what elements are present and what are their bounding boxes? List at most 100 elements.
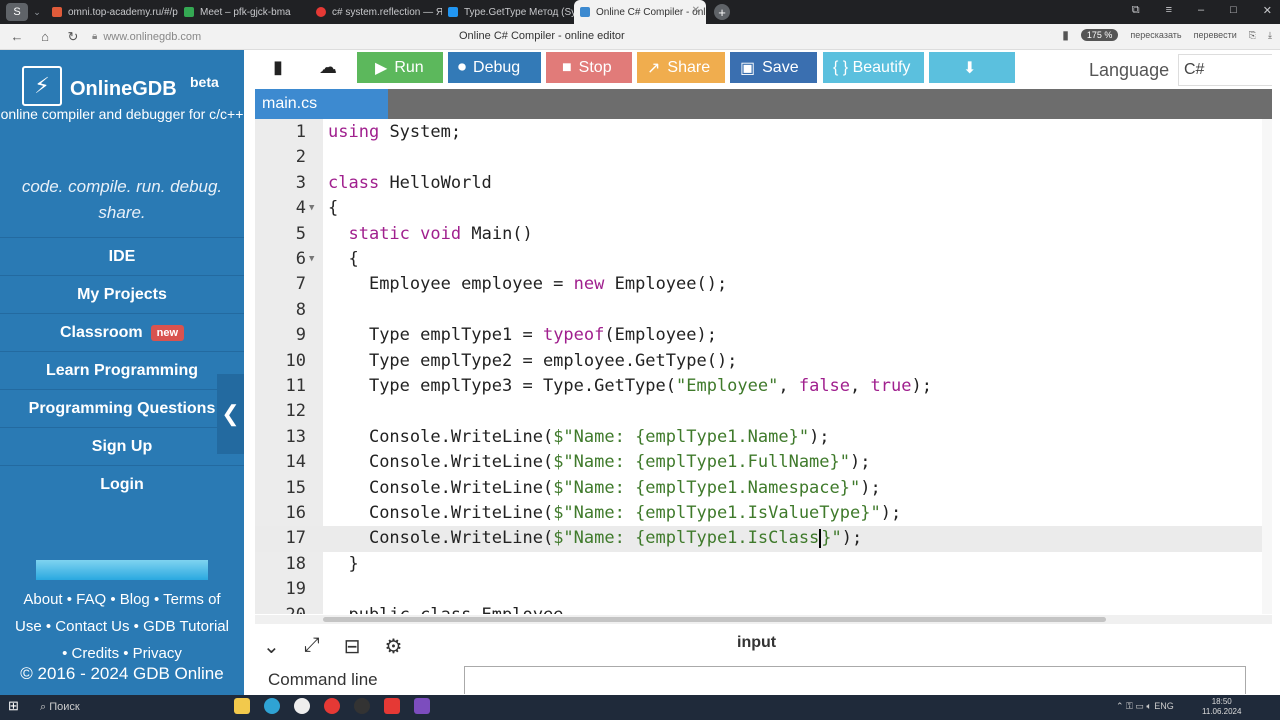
footer-line[interactable]: • Credits • Privacy — [0, 640, 244, 667]
minimize-icon[interactable]: – — [1198, 4, 1204, 17]
expand-icon[interactable]: ⤢ — [304, 634, 320, 659]
url-text[interactable]: www.onlinegdb.com — [103, 31, 201, 43]
download-icon[interactable]: ⤓ — [1268, 30, 1272, 41]
collapse-sidebar-icon[interactable]: ❮ — [217, 374, 244, 454]
string-literal: $"Name: {emplType1.Namespace}" — [553, 477, 861, 498]
system-tray[interactable]: ⌃ ⚿ ▭ 🔈︎ ENG — [1116, 701, 1174, 712]
layout-icon[interactable]: ⊟ — [344, 634, 361, 659]
footer-line[interactable]: Use • Contact Us • GDB Tutorial — [0, 613, 244, 640]
ad-banner[interactable] — [36, 560, 208, 580]
translate-button[interactable]: перевести — [1194, 30, 1237, 40]
windows-start-icon[interactable]: ⊞ — [8, 698, 26, 716]
close-tab-icon[interactable]: ✕ — [692, 5, 700, 16]
clock[interactable]: 18:50 11.06.2024 — [1202, 697, 1241, 717]
sidebar-item-ide[interactable]: IDE — [0, 237, 244, 275]
sidebar-item-classroom[interactable]: Classroom new — [0, 313, 244, 351]
bookmark-icon[interactable]: ▮ — [1062, 28, 1069, 42]
brand-name[interactable]: OnlineGDB — [70, 78, 177, 101]
yandex-icon[interactable] — [324, 698, 340, 714]
taskbar-search-input[interactable]: ⌕ Поиск — [34, 697, 224, 718]
close-window-icon[interactable]: ✕ — [1263, 4, 1272, 17]
stop-button[interactable]: ■ Stop — [546, 52, 632, 83]
code-text: { — [348, 249, 359, 269]
browser-logo-icon[interactable]: S — [6, 3, 28, 21]
browser-tab[interactable]: Meet – pfk-gjck-bma — [178, 0, 310, 24]
code-line: 14 Console.WriteLine($"Name: {emplType1.… — [255, 450, 1272, 475]
back-icon[interactable]: ← — [6, 29, 28, 44]
code-text: Main() — [471, 223, 533, 244]
fold-arrow-icon[interactable]: ▼ — [309, 196, 314, 221]
brand-subtitle: online compiler and debugger for c/c++ — [0, 106, 244, 122]
code-line-active: 17 Console.WriteLine($"Name: {emplType1.… — [255, 526, 1272, 552]
line-number: 8 — [295, 299, 306, 320]
tab-title: c# system.reflection — Ян — [332, 6, 442, 18]
home-icon[interactable]: ⌂ — [34, 29, 56, 44]
download-button[interactable]: ⬇ — [929, 52, 1015, 83]
sidebar-item-label: Classroom — [59, 323, 143, 341]
yandex-browser-icon[interactable] — [384, 698, 400, 714]
retell-button[interactable]: пересказать — [1130, 30, 1181, 40]
sidebar-item-sign-up[interactable]: Sign Up — [0, 427, 244, 465]
keyword: static — [348, 223, 410, 244]
fold-arrow-icon[interactable]: ▼ — [309, 247, 314, 272]
code-text: ); — [911, 376, 932, 396]
save-button[interactable]: ▣ Save — [730, 52, 817, 83]
visual-studio-icon[interactable] — [414, 698, 430, 714]
string-literal: $"Name: {emplType1.IsClass — [553, 528, 820, 549]
chevron-down-icon[interactable]: ⌄ — [28, 7, 46, 18]
sidebar-item-my-projects[interactable]: My Projects — [0, 275, 244, 313]
file-tab-main-cs[interactable]: main.cs — [255, 89, 388, 119]
browser-tab[interactable]: omni.top-academy.ru/#/p — [46, 0, 178, 24]
run-button[interactable]: ▶ Run — [357, 52, 443, 83]
maximize-icon[interactable]: □ — [1230, 4, 1237, 17]
horizontal-scrollbar[interactable] — [255, 615, 1272, 624]
gear-icon[interactable]: ⚙︎ — [385, 634, 403, 659]
chevron-down-icon[interactable]: ⌄ — [263, 634, 280, 659]
file-explorer-icon[interactable] — [234, 698, 250, 714]
string-literal: }" — [821, 528, 842, 549]
zoom-badge[interactable]: 175 % — [1080, 29, 1119, 41]
language-select[interactable]: C# — [1178, 54, 1272, 86]
app-icon[interactable] — [294, 698, 310, 714]
keyword: true — [870, 376, 912, 396]
tab-favicon-icon — [52, 7, 62, 17]
share-page-icon[interactable]: ⎘ — [1249, 30, 1256, 41]
sidebar-item-login[interactable]: Login — [0, 465, 244, 503]
save-label: Save — [762, 58, 799, 76]
share-button[interactable]: ↗ Share — [637, 52, 725, 83]
line-number: 13 — [285, 426, 306, 447]
menu-icon[interactable]: ≡ — [1166, 4, 1172, 17]
reload-icon[interactable]: ↻ — [62, 29, 84, 45]
lightning-logo-icon[interactable]: ⚡︎ — [22, 66, 62, 106]
upload-button[interactable]: ☁︎ — [307, 52, 351, 83]
code-line: 1 using System; — [255, 120, 1272, 145]
keyword: class — [328, 172, 380, 193]
line-number: 17 — [285, 528, 306, 549]
sidebar-item-programming-questions[interactable]: Programming Questions — [0, 389, 244, 427]
new-file-button[interactable]: ▮ — [255, 52, 299, 83]
command-line-input[interactable] — [464, 666, 1246, 694]
app-icon[interactable] — [354, 698, 370, 714]
footer-links[interactable]: About • FAQ • Blog • Terms of Use • Cont… — [0, 586, 244, 667]
line-number: 4 — [295, 198, 306, 219]
browser-tab-active[interactable]: Online C# Compiler - onl ✕ — [574, 0, 706, 24]
sidebar: ⚡︎ OnlineGDB beta online compiler and de… — [0, 50, 244, 695]
keyword: false — [798, 376, 851, 396]
stop-icon: ■ — [562, 58, 572, 76]
input-tab-label[interactable]: input — [737, 634, 776, 652]
debug-button[interactable]: ⏺︎ Debug — [448, 52, 541, 83]
code-text: ); — [860, 477, 881, 498]
tab-favicon-icon — [316, 7, 326, 17]
tab-groups-icon[interactable]: ⧉ — [1132, 4, 1140, 17]
vertical-scrollbar[interactable] — [1262, 119, 1272, 614]
language-indicator[interactable]: ENG — [1154, 701, 1174, 711]
edge-icon[interactable] — [264, 698, 280, 714]
sidebar-item-learn-programming[interactable]: Learn Programming — [0, 351, 244, 389]
scrollbar-thumb[interactable] — [323, 617, 1106, 622]
code-editor[interactable]: 1 using System; 2 3 class HelloWorld 4 ▼{ 5… — [255, 119, 1272, 614]
new-tab-icon[interactable]: + — [714, 4, 730, 20]
browser-tab[interactable]: c# system.reflection — Ян — [310, 0, 442, 24]
beautify-button[interactable]: { } Beautify — [823, 52, 924, 83]
browser-tab[interactable]: Type.GetType Метод (Sys — [442, 0, 574, 24]
footer-line[interactable]: About • FAQ • Blog • Terms of — [0, 586, 244, 613]
